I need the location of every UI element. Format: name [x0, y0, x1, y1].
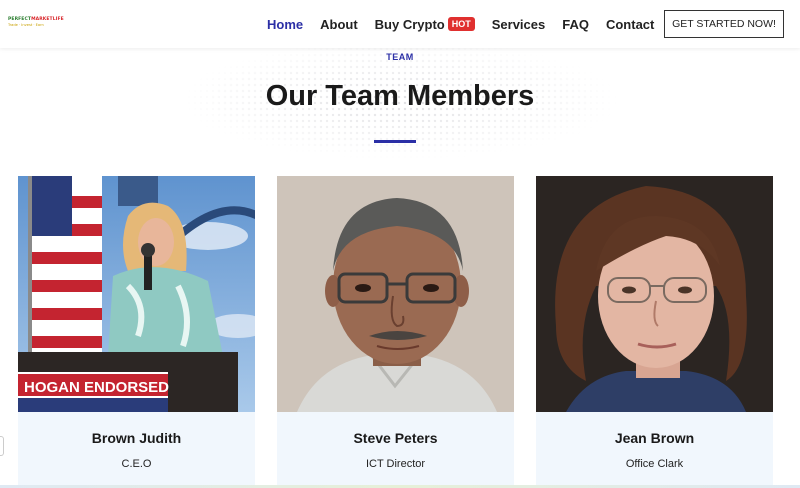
logo-brand-part1: PERFECT [8, 17, 32, 22]
nav-buy-crypto-label: Buy Crypto [374, 16, 445, 32]
team-member-photo [536, 176, 773, 412]
team-member-name: Jean Brown [614, 430, 695, 446]
nav-faq[interactable]: FAQ [562, 17, 589, 32]
title-underline [374, 140, 416, 143]
nav-home[interactable]: Home [267, 17, 303, 32]
team-member-photo [277, 176, 514, 412]
team-member-role: Office Clark [625, 458, 684, 470]
hot-badge: HOT [447, 17, 475, 31]
main-nav: Home About Buy Crypto HOT Services FAQ C… [267, 0, 671, 48]
team-card[interactable]: Steve Peters ICT Director [277, 176, 514, 488]
nav-contact[interactable]: Contact [606, 17, 654, 32]
nav-about[interactable]: About [320, 17, 358, 32]
team-member-name: Steve Peters [353, 430, 438, 446]
get-started-button[interactable]: GET STARTED NOW! [664, 10, 784, 38]
team-member-role: ICT Director [365, 458, 426, 470]
team-member-name: Brown Judith [91, 430, 182, 446]
nav-services[interactable]: Services [492, 17, 546, 32]
photo-caption: HOGAN ENDORSED [24, 379, 169, 396]
team-member-role: C.E.O [121, 458, 152, 470]
site-header: PERFECTMARKETLIFE Trade · Invest · Earn … [0, 0, 800, 48]
section-title: Our Team Members [265, 80, 535, 112]
site-logo[interactable]: PERFECTMARKETLIFE Trade · Invest · Earn [8, 17, 64, 31]
section-eyebrow: TEAM [386, 52, 414, 62]
nav-buy-crypto[interactable]: Buy Crypto HOT [375, 17, 475, 32]
team-member-photo: HOGAN ENDORSED [18, 176, 255, 412]
side-scroll-tab[interactable] [0, 436, 4, 456]
team-card[interactable]: HOGAN ENDORSED Brown Judith C.E.O [18, 176, 255, 488]
logo-tagline: Trade · Invest · Earn [8, 23, 44, 27]
team-card[interactable]: Jean Brown Office Clark [536, 176, 773, 488]
logo-brand-part2: MARKETLIFE [31, 17, 64, 22]
